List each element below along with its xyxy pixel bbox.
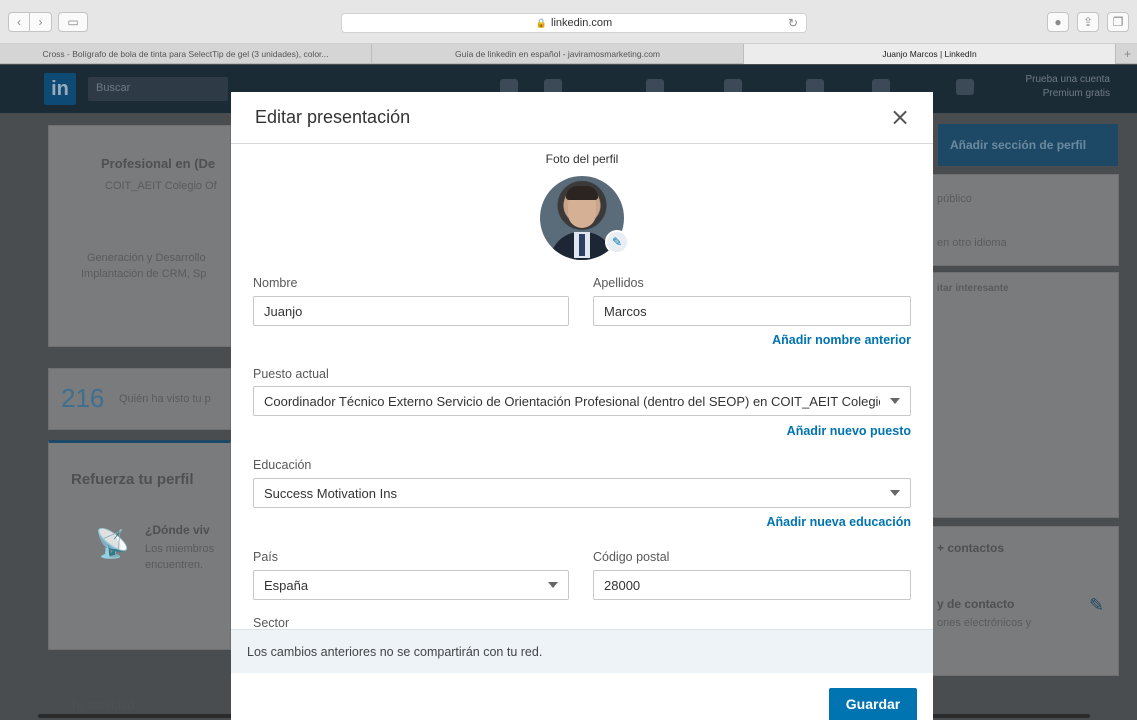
back-button[interactable]: ‹ xyxy=(8,12,30,32)
add-profile-section-button[interactable]: Añadir sección de perfil xyxy=(938,124,1118,166)
linkedin-search[interactable]: Buscar xyxy=(88,77,228,101)
close-button[interactable]: × xyxy=(889,103,911,131)
right-item: público xyxy=(937,193,972,205)
education-select[interactable]: Success Motivation Ins xyxy=(253,478,911,508)
bg-summary: Implantación de CRM, Sp xyxy=(81,268,207,280)
first-name-label: Nombre xyxy=(253,276,298,290)
country-value: España xyxy=(264,577,309,593)
share-icon: ⇪ xyxy=(1082,15,1094,29)
edit-intro-modal: Editar presentación × Foto del perfil ✎ … xyxy=(231,92,933,720)
tab-linkedin[interactable]: Juanjo Marcos | LinkedIn xyxy=(744,44,1116,64)
tab-title: Guía de linkedin en español - javiramosm… xyxy=(454,49,661,59)
news-card-bg: itar interesante xyxy=(933,272,1119,518)
bg-headline: Profesional en (De xyxy=(101,156,216,171)
views-count: 216 xyxy=(61,383,105,413)
views-card-bg: 216 Quién ha visto tu p xyxy=(48,368,231,430)
tab-title: Juanjo Marcos | LinkedIn xyxy=(882,49,977,59)
chevron-down-icon xyxy=(890,398,900,404)
right-item: en otro idioma xyxy=(937,237,1007,249)
bg-summary: Generación y Desarrollo xyxy=(87,252,206,264)
plus-icon: + xyxy=(1123,46,1131,61)
add-position-link[interactable]: Añadir nuevo puesto xyxy=(711,424,911,438)
position-label: Puesto actual xyxy=(253,367,329,381)
contact-card-bg: + contactos y de contacto ones electróni… xyxy=(933,526,1119,676)
tab-cross[interactable]: Cross - Bolígrafo de bola de tinta para … xyxy=(0,44,372,64)
postal-code-label: Código postal xyxy=(593,550,670,564)
last-name-label: Apellidos xyxy=(593,276,644,290)
education-value: Success Motivation Ins xyxy=(264,485,397,501)
reload-icon[interactable]: ↻ xyxy=(788,16,798,30)
where-title: ¿Dónde viv xyxy=(145,523,210,537)
premium-line2: Premium gratis xyxy=(1042,88,1110,99)
avatar-tie xyxy=(579,234,585,256)
add-education-link[interactable]: Añadir nueva educación xyxy=(691,515,911,529)
address-bar[interactable]: 🔒 linkedin.com ↻ xyxy=(341,13,807,33)
add-section-label: Añadir sección de perfil xyxy=(950,138,1087,152)
pencil-icon[interactable]: ✎ xyxy=(1089,595,1104,616)
nav-group: ‹ › ▭ xyxy=(8,12,88,32)
country-select[interactable]: España xyxy=(253,570,569,600)
right-card-bg: público en otro idioma xyxy=(933,174,1119,266)
downloads-button[interactable]: ● xyxy=(1047,12,1069,32)
download-icon: ● xyxy=(1054,15,1062,29)
bg-headline-sub: COIT_AEIT Colegio Of xyxy=(105,180,217,192)
last-name-field[interactable]: Marcos xyxy=(593,296,911,326)
tab-bar: Cross - Bolígrafo de bola de tinta para … xyxy=(0,44,1137,64)
linkedin-logo[interactable]: in xyxy=(44,73,76,105)
forward-button[interactable]: › xyxy=(30,12,52,32)
first-name-field[interactable]: Juanjo xyxy=(253,296,569,326)
pencil-icon: ✎ xyxy=(611,235,623,249)
back-forward-buttons: ‹ › xyxy=(8,12,52,32)
chevron-right-icon: › xyxy=(38,15,43,29)
postal-code-field[interactable]: 28000 xyxy=(593,570,911,600)
education-label: Educación xyxy=(253,458,312,472)
strengthen-card-bg: Refuerza tu perfil 📡 ¿Dónde viv Los miem… xyxy=(48,440,231,650)
address-url: linkedin.com xyxy=(551,17,613,29)
apps-icon[interactable] xyxy=(956,79,974,95)
tab-guia[interactable]: Guía de linkedin en español - javiramosm… xyxy=(372,44,744,64)
add-former-name-link[interactable]: Añadir nombre anterior xyxy=(711,333,911,347)
modal-header: Editar presentación xyxy=(231,92,933,144)
contact-info-label: y de contacto xyxy=(937,597,1015,611)
country-label: País xyxy=(253,550,279,564)
contact-sub: ones electrónicos y xyxy=(937,617,1032,629)
chevron-down-icon xyxy=(890,490,900,496)
privacy-notice: Los cambios anteriores no se compartirán… xyxy=(231,629,933,673)
sidebar-icon: ▭ xyxy=(67,15,79,29)
sector-label: Sector xyxy=(253,616,290,630)
tabs-overview-button[interactable]: ❐ xyxy=(1107,12,1129,32)
sidebar-button[interactable]: ▭ xyxy=(58,12,88,32)
premium-line1: Prueba una cuenta xyxy=(1025,74,1110,85)
views-label: Quién ha visto tu p xyxy=(119,393,211,405)
satellite-icon: 📡 xyxy=(95,528,130,559)
position-select[interactable]: Coordinador Técnico Externo Servicio de … xyxy=(253,386,911,416)
activity-heading: Tu actividad xyxy=(70,698,135,712)
tabs-icon: ❐ xyxy=(1112,15,1124,29)
profile-card-bg: Profesional en (De COIT_AEIT Colegio Of … xyxy=(48,125,231,347)
close-icon: × xyxy=(889,103,911,131)
news-header: itar interesante xyxy=(937,283,1009,294)
modal-title: Editar presentación xyxy=(255,107,411,127)
toolbar-right: ● ⇪ ❐ xyxy=(1047,12,1129,32)
position-value: Coordinador Técnico Externo Servicio de … xyxy=(264,393,880,409)
lock-icon: 🔒 xyxy=(535,17,548,28)
strengthen-title: Refuerza tu perfil xyxy=(71,471,194,488)
chevron-left-icon: ‹ xyxy=(17,15,21,29)
edit-photo-button[interactable]: ✎ xyxy=(605,230,629,254)
premium-link[interactable]: Prueba una cuenta Premium gratis xyxy=(1000,73,1110,101)
chevron-down-icon xyxy=(548,582,558,588)
tab-title: Cross - Bolígrafo de bola de tinta para … xyxy=(42,49,329,59)
photo-label: Foto del perfil xyxy=(545,152,619,166)
where-sub: encuentren. xyxy=(145,559,204,571)
contacts-label: + contactos xyxy=(937,541,1005,555)
new-tab-button[interactable]: + xyxy=(1116,44,1137,63)
browser-toolbar: ‹ › ▭ 🔒 linkedin.com ↻ ● ⇪ ❐ xyxy=(0,0,1137,44)
save-button[interactable]: Guardar xyxy=(829,688,917,720)
share-button[interactable]: ⇪ xyxy=(1077,12,1099,32)
where-sub: Los miembros xyxy=(145,543,215,555)
avatar-hair xyxy=(566,186,598,200)
